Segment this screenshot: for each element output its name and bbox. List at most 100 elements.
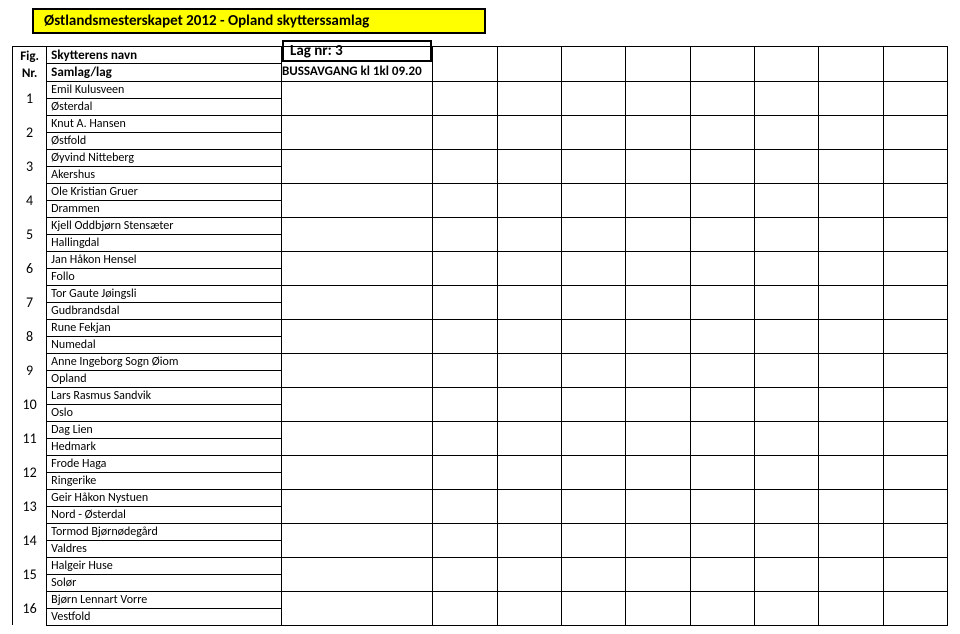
blank-cell <box>433 421 497 455</box>
blank-cell <box>690 353 754 387</box>
col-blank-4 <box>561 47 625 82</box>
blank-cell <box>690 81 754 115</box>
shooter-name: Øyvind Nitteberg <box>47 149 282 166</box>
blank-cell <box>497 557 561 591</box>
blank-cell <box>282 523 433 557</box>
table-row: 9Anne Ingeborg Sogn Øiom <box>13 353 948 370</box>
table-row: 8Rune Fekjan <box>13 319 948 336</box>
blank-cell <box>561 217 625 251</box>
blank-cell <box>497 319 561 353</box>
blank-cell <box>282 353 433 387</box>
blank-cell <box>497 149 561 183</box>
blank-cell <box>561 81 625 115</box>
table-row: 4Ole Kristian Gruer <box>13 183 948 200</box>
col-name-header-1: Skytterens navn <box>47 47 282 64</box>
blank-cell <box>690 149 754 183</box>
blank-cell <box>754 285 818 319</box>
blank-cell <box>626 149 690 183</box>
blank-cell <box>883 455 947 489</box>
row-number: 7 <box>13 285 47 319</box>
shooter-name: Kjell Oddbjørn Stensæter <box>47 217 282 234</box>
col-blank-3 <box>497 47 561 82</box>
table-row: 3Øyvind Nitteberg <box>13 149 948 166</box>
blank-cell <box>626 489 690 523</box>
blank-cell <box>883 183 947 217</box>
shooter-club: Akershus <box>47 166 282 183</box>
blank-cell <box>690 115 754 149</box>
blank-cell <box>883 421 947 455</box>
row-number: 14 <box>13 523 47 557</box>
blank-cell <box>690 217 754 251</box>
blank-cell <box>282 387 433 421</box>
table-row: 6Jan Håkon Hensel <box>13 251 948 268</box>
shooter-name: Tormod Bjørnødegård <box>47 523 282 540</box>
blank-cell <box>819 557 883 591</box>
blank-cell <box>282 285 433 319</box>
blank-cell <box>626 81 690 115</box>
blank-cell <box>497 217 561 251</box>
blank-cell <box>561 319 625 353</box>
blank-cell <box>282 489 433 523</box>
blank-cell <box>883 319 947 353</box>
blank-cell <box>282 557 433 591</box>
blank-cell <box>883 387 947 421</box>
col-blank-5 <box>626 47 690 82</box>
blank-cell <box>883 115 947 149</box>
title-text: Østlandsmesterskapet 2012 - Opland skytt… <box>44 12 369 30</box>
blank-cell <box>433 319 497 353</box>
col-blank-2 <box>433 47 497 82</box>
blank-cell <box>433 557 497 591</box>
table-row: 15Halgeir Huse <box>13 557 948 574</box>
row-number: 15 <box>13 557 47 591</box>
blank-cell <box>282 217 433 251</box>
shooter-club: Ringerike <box>47 472 282 489</box>
blank-cell <box>754 217 818 251</box>
blank-cell <box>433 251 497 285</box>
blank-cell <box>433 353 497 387</box>
blank-cell <box>819 523 883 557</box>
blank-cell <box>819 319 883 353</box>
row-number: 13 <box>13 489 47 523</box>
blank-cell <box>883 81 947 115</box>
shooter-club: Oslo <box>47 404 282 421</box>
blank-cell <box>497 455 561 489</box>
blank-cell <box>883 557 947 591</box>
blank-cell <box>497 115 561 149</box>
blank-cell <box>561 455 625 489</box>
blank-cell <box>819 251 883 285</box>
table-row: 5Kjell Oddbjørn Stensæter <box>13 217 948 234</box>
row-number: 12 <box>13 455 47 489</box>
blank-cell <box>626 421 690 455</box>
blank-cell <box>626 523 690 557</box>
blank-cell <box>561 421 625 455</box>
blank-cell <box>626 557 690 591</box>
shooter-club: Østerdal <box>47 98 282 115</box>
table-row: 2Knut A. Hansen <box>13 115 948 132</box>
row-number: 4 <box>13 183 47 217</box>
blank-cell <box>819 489 883 523</box>
shooter-club: Solør <box>47 574 282 591</box>
blank-cell <box>819 115 883 149</box>
blank-cell <box>497 183 561 217</box>
blank-cell <box>561 353 625 387</box>
blank-cell <box>282 81 433 115</box>
blank-cell <box>561 183 625 217</box>
blank-cell <box>282 421 433 455</box>
blank-cell <box>561 149 625 183</box>
blank-cell <box>690 591 754 625</box>
blank-cell <box>497 251 561 285</box>
blank-cell <box>819 81 883 115</box>
blank-cell <box>690 557 754 591</box>
shooter-name: Ole Kristian Gruer <box>47 183 282 200</box>
shooter-club: Østfold <box>47 132 282 149</box>
blank-cell <box>819 591 883 625</box>
blank-cell <box>883 251 947 285</box>
table-row: 7Tor Gaute Jøingsli <box>13 285 948 302</box>
shooter-club: Hallingdal <box>47 234 282 251</box>
table-row: 14Tormod Bjørnødegård <box>13 523 948 540</box>
shooter-club: Opland <box>47 370 282 387</box>
blank-cell <box>561 523 625 557</box>
blank-cell <box>690 489 754 523</box>
blank-cell <box>282 115 433 149</box>
blank-cell <box>626 217 690 251</box>
